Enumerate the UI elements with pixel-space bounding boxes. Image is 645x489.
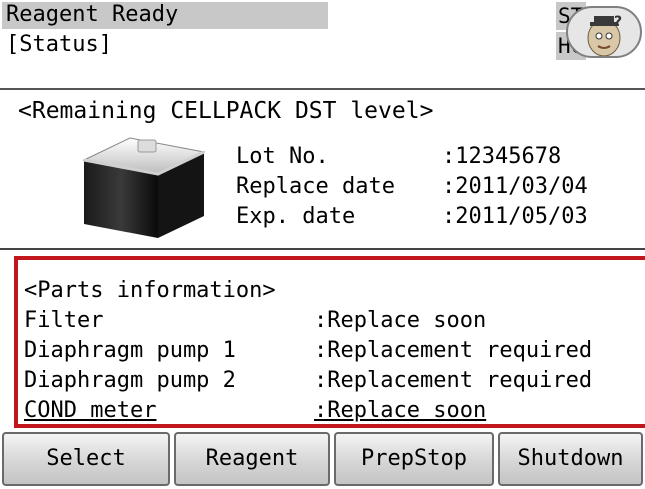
analyzer-screen: Reagent Ready [Status] ST HC ? <Remainin… — [0, 0, 645, 489]
header-divider — [0, 88, 645, 90]
info-value: :12345678 — [442, 144, 562, 169]
parts-row-pump-1: Diaphragm pump 1 :Replacement required — [24, 336, 645, 366]
select-button[interactable]: Select — [2, 432, 170, 486]
header: Reagent Ready [Status] ST HC ? — [0, 0, 645, 90]
parts-section-title: <Parts information> — [24, 278, 276, 303]
parts-row-pump-2: Diaphragm pump 2 :Replacement required — [24, 366, 645, 396]
info-row-lot: Lot No. :12345678 — [236, 142, 636, 172]
info-row-exp-date: Exp. date :2011/05/03 — [236, 202, 636, 232]
info-label: Exp. date — [236, 204, 356, 229]
svg-text:?: ? — [614, 14, 622, 30]
info-row-replace-date: Replace date :2011/03/04 — [236, 172, 636, 202]
part-name: Filter — [24, 308, 104, 333]
part-name: Diaphragm pump 1 — [24, 338, 236, 363]
info-label: Replace date — [236, 174, 395, 199]
reagent-section-title: <Remaining CELLPACK DST level> — [18, 98, 434, 124]
part-status: :Replacement required — [314, 338, 593, 363]
reagent-info: Lot No. :12345678 Replace date :2011/03/… — [236, 142, 636, 232]
shutdown-button[interactable]: Shutdown — [498, 432, 643, 486]
parts-info-box: <Parts information> Filter :Replace soon… — [14, 256, 645, 428]
reagent-bottle-icon — [82, 137, 206, 238]
info-value: :2011/05/03 — [442, 204, 588, 229]
part-status: :Replacement required — [314, 368, 593, 393]
softkey-bar: Select Reagent PrepStop Shutdown — [0, 430, 645, 489]
part-status: :Replace soon — [314, 398, 487, 423]
reagent-bottle — [80, 130, 212, 246]
prepstop-button[interactable]: PrepStop — [334, 432, 494, 486]
info-label: Lot No. — [236, 144, 329, 169]
status-title: Reagent Ready — [6, 2, 179, 27]
part-status: :Replace soon — [314, 308, 487, 333]
parts-row-filter: Filter :Replace soon — [24, 306, 645, 336]
help-doctor-icon: ? — [587, 14, 622, 56]
screen-subtitle: [Status] — [6, 32, 112, 57]
section-divider — [0, 248, 645, 250]
part-name: Diaphragm pump 2 — [24, 368, 236, 393]
part-name: COND meter — [24, 398, 157, 423]
info-value: :2011/03/04 — [442, 174, 588, 199]
parts-row-cond-meter: COND meter :Replace soon — [24, 396, 645, 424]
help-button[interactable]: ? — [566, 6, 642, 58]
reagent-button[interactable]: Reagent — [174, 432, 330, 486]
